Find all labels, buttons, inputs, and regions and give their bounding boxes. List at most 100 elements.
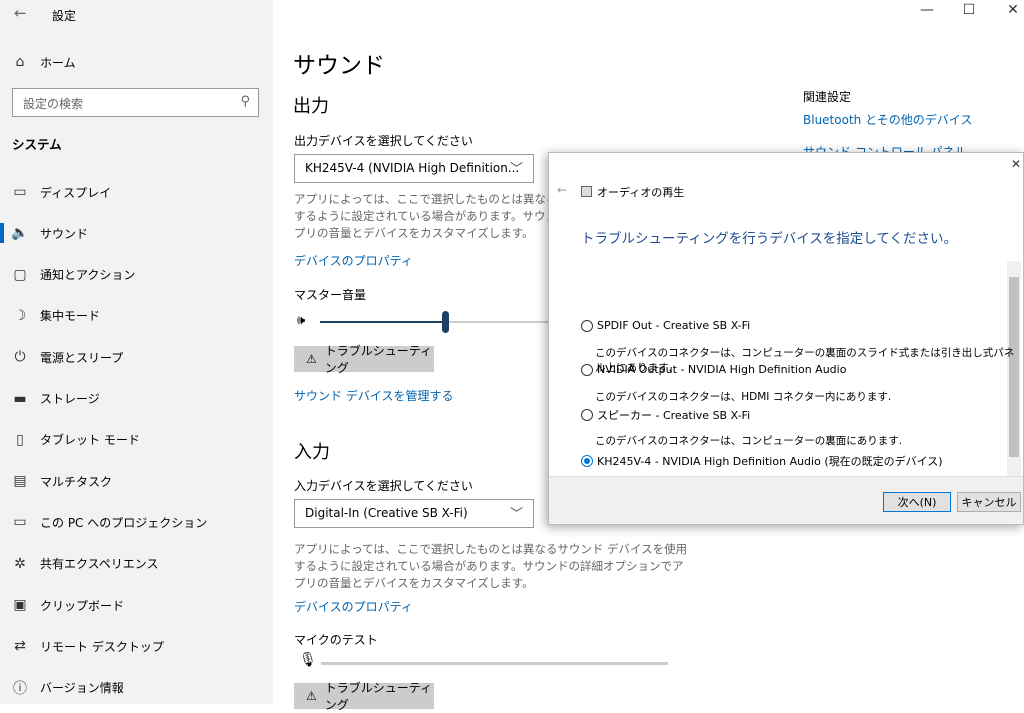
dialog-back-icon[interactable]: ← [557,183,567,197]
input-description: アプリによっては、ここで選択したものとは異なるサウンド デバイスを使用するように… [294,542,688,590]
option-label: KH245V-4 - NVIDIA High Definition Audio … [597,455,943,468]
dialog-heading: トラブルシューティングを行うデバイスを指定してください。 [581,231,957,247]
sidebar-item-label: バージョン情報 [40,681,124,696]
microphone-icon: 🎙 [299,652,317,668]
sidebar-item-label: タブレット モード [40,433,140,448]
device-radio-option[interactable]: スピーカー - Creative SB X-Fi [581,407,750,423]
sidebar-item-label: マルチタスク [40,474,113,489]
warning-icon: ⚠ [306,689,317,703]
radio-button[interactable] [581,409,593,421]
mic-test-label: マイクのテスト [294,633,378,647]
output-troubleshoot-button[interactable]: ⚠ トラブルシューティング [294,344,434,375]
close-button[interactable]: ✕ [990,2,1024,18]
section-heading: システム [12,137,62,152]
sidebar-item[interactable]: ▯ タブレット モード [0,422,273,458]
button-label: トラブルシューティング [324,344,433,375]
input-troubleshoot-button[interactable]: ⚠ トラブルシューティング [294,681,434,712]
sidebar-item-label: サウンド [40,226,89,241]
audio-icon [581,186,592,197]
back-button[interactable]: ← [14,4,27,22]
warning-icon: ⚠ [306,352,317,366]
volume-label: マスター音量 [294,288,367,302]
sidebar-item[interactable]: ✲ 共有エクスペリエンス [0,546,273,582]
sidebar-icon: ▬ [13,390,27,407]
sidebar-item[interactable]: ▢ 通知とアクション [0,257,273,293]
input-heading: 入力 [294,442,330,463]
volume-thumb[interactable] [442,311,449,333]
option-description: このデバイスのコネクターは、コンピューターの裏面にあります. [595,435,903,447]
sidebar-icon: ▭ [13,514,27,531]
output-properties-link[interactable]: デバイスのプロパティ [294,252,413,269]
button-label: トラブルシューティング [324,681,433,712]
minimize-button[interactable]: — [904,2,950,18]
output-heading: 出力 [293,96,329,117]
page-title: サウンド [293,53,385,79]
radio-button[interactable] [581,455,593,467]
input-device-value: Digital-In (Creative SB X-Fi) [305,506,468,520]
search-placeholder: 設定の検索 [23,97,84,111]
output-select-label: 出力デバイスを選択してください [294,134,473,148]
speaker-icon: 🕪 [297,313,306,328]
device-radio-option[interactable]: SPDIF Out - Creative SB X-Fi [581,319,750,332]
sidebar-item[interactable]: ▭ この PC へのプロジェクション [0,504,273,540]
device-radio-option[interactable]: KH245V-4 - NVIDIA High Definition Audio … [581,453,943,469]
troubleshooter-dialog: ✕ ← オーディオの再生 トラブルシューティングを行うデバイスを指定してください… [548,152,1024,525]
sidebar-item-label: 集中モード [40,309,101,324]
volume-fill [320,321,445,323]
input-properties-link[interactable]: デバイスのプロパティ [294,598,413,615]
dialog-title: オーディオの再生 [597,186,685,199]
sidebar-item[interactable]: ▬ ストレージ [0,381,273,417]
sidebar-icon: 🔈 [11,225,29,242]
device-radio-option[interactable]: NVIDIA Output - NVIDIA High Definition A… [581,363,846,376]
sidebar-item[interactable]: ⏻ 電源とスリープ [0,339,273,375]
sidebar-item[interactable]: ⓘ バージョン情報 [0,670,273,706]
sidebar-item-label: 共有エクスペリエンス [40,557,159,572]
manage-devices-link[interactable]: サウンド デバイスを管理する [294,387,453,404]
option-description: このデバイスのコネクターは、HDMI コネクター内にあります. [595,391,892,403]
sidebar-item-label: クリップボード [40,598,125,613]
sidebar-item-label: ストレージ [40,392,100,406]
sidebar-icon: ☽ [13,307,27,324]
sidebar-item-label: ディスプレイ [40,185,112,200]
option-label: SPDIF Out - Creative SB X-Fi [597,319,751,332]
output-device-select[interactable]: KH245V-4 (NVIDIA High Definition... ﹀ [294,154,534,183]
output-device-value: KH245V-4 (NVIDIA High Definition... [305,161,520,175]
sidebar-item[interactable]: ▤ マルチタスク [0,463,273,499]
input-device-select[interactable]: Digital-In (Creative SB X-Fi) ﹀ [294,499,534,528]
sidebar-item-label: ホーム [40,55,76,70]
dialog-close-button[interactable]: ✕ [1011,157,1021,171]
volume-slider[interactable] [320,311,570,333]
maximize-button[interactable]: ☐ [946,2,992,18]
option-label: スピーカー - Creative SB X-Fi [597,409,751,422]
sidebar-icon: ⏻ [14,349,26,366]
related-link-bluetooth[interactable]: Bluetooth とその他のデバイス [803,111,972,128]
sidebar-item-label: この PC へのプロジェクション [40,515,208,530]
chevron-down-icon: ﹀ [509,507,523,522]
sidebar-icon: ▢ [13,266,27,283]
sidebar-icon: ✲ [14,555,26,572]
search-input[interactable]: 設定の検索 ⚲ [12,88,259,117]
sidebar-icon: ⓘ [13,680,27,697]
radio-button[interactable] [581,319,593,332]
cancel-button[interactable]: キャンセル [957,492,1021,512]
window-title: 設定 [52,9,77,23]
sidebar: ← 設定 ⌂ ホーム 設定の検索 ⚲ システム ▭ ディスプレイ 🔈 サウンド ▢ 通知と… [0,0,273,704]
sidebar-icon: ▤ [13,473,27,490]
input-select-label: 入力デバイスを選択してください [294,479,473,493]
home-icon: ⌂ [15,54,25,70]
sidebar-item-label: 通知とアクション [40,268,136,283]
sidebar-icon: ▯ [16,431,24,448]
radio-button[interactable] [581,363,593,376]
sidebar-item-home[interactable]: ⌂ ホーム [0,44,273,80]
sidebar-icon: ▣ [13,597,27,613]
sidebar-item[interactable]: ▭ ディスプレイ [0,174,273,210]
sidebar-item[interactable]: 🔈 サウンド [0,215,273,251]
sidebar-icon: ▭ [13,184,27,200]
next-button[interactable]: 次へ(N) [883,492,951,512]
option-label: NVIDIA Output - NVIDIA High Definition A… [597,363,847,376]
mic-level-bar [321,662,668,665]
sidebar-item[interactable]: ☽ 集中モード [0,298,273,334]
sidebar-item[interactable]: ⇄ リモート デスクトップ [0,628,273,664]
sidebar-item[interactable]: ▣ クリップボード [0,587,273,623]
sidebar-icon: ⇄ [14,638,26,655]
